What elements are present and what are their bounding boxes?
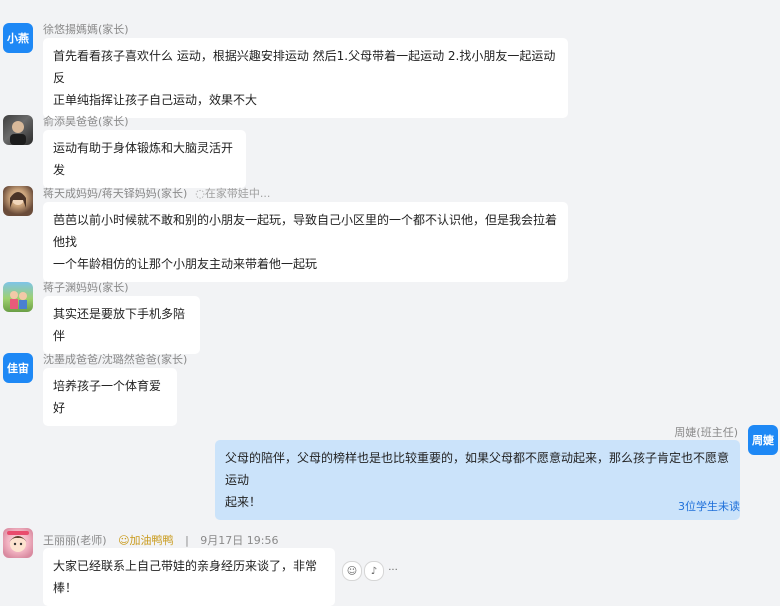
person-photo-icon[interactable] <box>3 115 33 145</box>
message-text: 一个年龄相仿的让那个小朋友主动来带着他一起玩 <box>53 257 318 271</box>
sender-name: 蒋天成妈妈/蒋天铎妈妈(家长) ◌在家带娃中... <box>43 185 270 201</box>
avatar[interactable]: 佳宙 <box>3 353 33 383</box>
sender-name: 周婕(班主任) <box>674 426 738 439</box>
sender-status: ◌在家带娃中... <box>195 187 271 200</box>
message-bubble[interactable]: 运动有助于身体锻炼和大脑灵活开发 <box>43 130 246 188</box>
message-bubble[interactable]: 芭芭以前小时候就不敢和别的小朋友一起玩，导致自己小区里的一个都不认识他，但是我会… <box>43 202 568 282</box>
message-text: 大家已经联系上自己带娃的亲身经历来谈了，非常棒！ <box>53 559 318 595</box>
sender-name: 蒋子渊妈妈(家长) <box>43 281 129 294</box>
message-text: 其实还是要放下手机多陪伴 <box>53 307 186 343</box>
message-time: 9月17日 19:56 <box>200 534 279 547</box>
message-text: 首先看看孩子喜欢什么 运动，根据兴趣安排运动 然后1.父母带着一起运动 2.找小… <box>53 49 556 85</box>
message-text: 培养孩子一个体育爱好 <box>53 379 162 415</box>
reply-button[interactable]: ♪ <box>364 561 384 581</box>
avatar[interactable]: 小燕 <box>3 23 33 53</box>
message-text: 父母的陪伴，父母的榜样也是也比较重要的，如果父母都不愿意动起来，那么孩子肯定也不… <box>225 451 730 487</box>
cartoon-avatar-icon <box>7 531 29 552</box>
sender-name: 徐悠揚媽媽(家长) <box>43 23 129 36</box>
person-photo-icon <box>10 192 26 208</box>
emoji-reaction-button[interactable]: ☺ <box>342 561 362 581</box>
message-bubble[interactable]: 其实还是要放下手机多陪伴 <box>43 296 200 354</box>
cartoon-avatar-icon[interactable] <box>3 528 33 558</box>
sender-name: 俞添昊爸爸(家长) <box>43 115 129 128</box>
message-text: 正单纯指挥让孩子自己运动，效果不大 <box>53 93 258 107</box>
sender-name: 王丽丽(老师) ☺加油鸭鸭 | 9月17日 19:56 <box>43 532 278 548</box>
message-bubble[interactable]: 培养孩子一个体育爱好 <box>43 368 177 426</box>
sender-name: 沈墨成爸爸/沈璐然爸爸(家长) <box>43 353 188 366</box>
message-bubble[interactable]: 父母的陪伴，父母的榜样也是也比较重要的，如果父母都不愿意动起来，那么孩子肯定也不… <box>215 440 740 520</box>
message-bubble[interactable]: 首先看看孩子喜欢什么 运动，根据兴趣安排运动 然后1.父母带着一起运动 2.找小… <box>43 38 568 118</box>
read-status-link[interactable]: 3位学生未读 <box>678 498 740 514</box>
more-options-button[interactable]: ··· <box>384 561 402 579</box>
landscape-photo-icon[interactable] <box>3 282 33 312</box>
person-photo-icon <box>10 121 26 145</box>
sender-badge: ☺加油鸭鸭 <box>118 534 174 547</box>
separator: | <box>185 534 189 547</box>
landscape-photo-icon <box>10 291 27 309</box>
person-photo-icon[interactable] <box>3 186 33 216</box>
message-text: 起来！ <box>225 495 262 509</box>
sender-label: 蒋天成妈妈/蒋天铎妈妈(家长) <box>43 187 188 200</box>
message-text: 运动有助于身体锻炼和大脑灵活开发 <box>53 141 234 177</box>
avatar[interactable]: 周婕 <box>748 425 778 455</box>
message-bubble[interactable]: 大家已经联系上自己带娃的亲身经历来谈了，非常棒！ <box>43 548 335 606</box>
sender-label: 王丽丽(老师) <box>43 534 107 547</box>
message-text: 芭芭以前小时候就不敢和别的小朋友一起玩，导致自己小区里的一个都不认识他，但是我会… <box>53 213 558 249</box>
